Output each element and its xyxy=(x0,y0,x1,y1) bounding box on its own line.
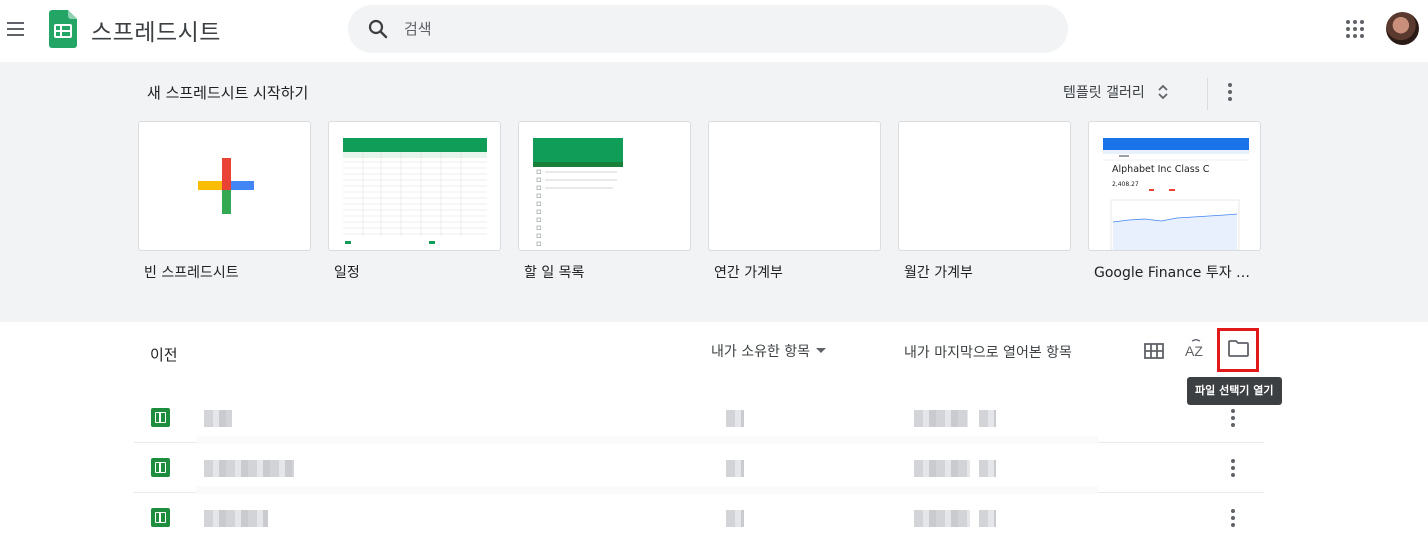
sheets-file-icon xyxy=(151,458,170,477)
template-annual-budget[interactable]: 연간 가계부 xyxy=(708,121,881,282)
owner-redacted xyxy=(726,460,744,477)
date-redacted xyxy=(914,460,970,477)
svg-text:AZ: AZ xyxy=(1185,343,1203,359)
dropdown-arrow-icon xyxy=(816,348,827,353)
template-label: 연간 가계부 xyxy=(714,265,783,281)
template-thumbnail: Alphabet Inc Class C 2,408.27 xyxy=(1088,121,1261,251)
template-label: 할 일 목록 xyxy=(524,265,585,281)
open-file-picker-button[interactable] xyxy=(1217,328,1259,372)
file-name-redacted xyxy=(204,410,232,427)
owner-filter-dropdown[interactable]: 내가 소유한 항목 xyxy=(711,341,827,361)
template-monthly-budget[interactable]: 월간 가계부 xyxy=(898,121,1071,282)
template-thumbnail xyxy=(518,121,691,251)
more-vert-icon[interactable] xyxy=(1219,80,1241,104)
sheets-file-icon xyxy=(151,408,170,427)
template-thumbnail xyxy=(708,121,881,251)
template-thumbnail xyxy=(328,121,501,251)
sheets-logo-icon[interactable] xyxy=(49,10,77,48)
app-title[interactable]: 스프레드시트 xyxy=(91,13,221,47)
date-redacted xyxy=(979,460,996,477)
date-redacted xyxy=(979,510,996,527)
search-box[interactable] xyxy=(348,5,1068,53)
finance-preview-price: 2,408.27 xyxy=(1112,181,1139,188)
more-vert-icon[interactable] xyxy=(1222,405,1244,431)
search-input[interactable] xyxy=(404,17,1004,41)
gallery-divider xyxy=(1207,78,1208,110)
date-redacted xyxy=(914,410,968,427)
apps-grid-icon[interactable] xyxy=(1343,17,1367,41)
owner-redacted xyxy=(726,410,744,427)
more-vert-icon[interactable] xyxy=(1222,505,1244,531)
recent-heading: 이전 xyxy=(150,346,178,364)
app-header: 스프레드시트 xyxy=(0,0,1428,62)
menu-icon xyxy=(7,22,24,24)
last-opened-sort-label[interactable]: 내가 마지막으로 열어본 항목 xyxy=(904,342,1072,362)
date-redacted xyxy=(914,510,970,527)
main-menu-button[interactable] xyxy=(4,17,26,41)
plus-icon xyxy=(198,158,254,214)
sort-az-button[interactable]: AZ xyxy=(1184,338,1208,363)
template-todo[interactable]: 할 일 목록 xyxy=(518,121,691,282)
file-name-redacted xyxy=(204,460,294,477)
template-blank[interactable]: 빈 스프레드시트 xyxy=(138,121,311,282)
template-label: Google Finance 투자 추... xyxy=(1094,265,1261,281)
file-row[interactable] xyxy=(134,493,1264,543)
template-label: 일정 xyxy=(334,265,360,281)
sheets-file-icon xyxy=(151,508,170,527)
file-name-redacted xyxy=(204,510,268,527)
gallery-heading: 새 스프레드시트 시작하기 xyxy=(147,84,309,102)
date-redacted xyxy=(979,410,996,427)
finance-preview-title: Alphabet Inc Class C xyxy=(1112,164,1210,175)
template-label: 월간 가계부 xyxy=(904,265,973,281)
grid-view-icon[interactable] xyxy=(1143,340,1165,362)
unfold-icon xyxy=(1158,84,1168,100)
template-schedule[interactable]: 일정 xyxy=(328,121,501,282)
owner-redacted xyxy=(726,510,744,527)
account-avatar[interactable] xyxy=(1386,12,1419,45)
template-thumbnail xyxy=(138,121,311,251)
template-label: 빈 스프레드시트 xyxy=(144,265,239,281)
sort-az-icon: AZ xyxy=(1185,338,1203,359)
template-thumbnail xyxy=(898,121,1071,251)
template-gallery-button[interactable]: 템플릿 갤러리 xyxy=(1063,76,1169,108)
template-gallery-label: 템플릿 갤러리 xyxy=(1063,85,1145,101)
template-gallery: 새 스프레드시트 시작하기 템플릿 갤러리 빈 스프레드시트 일정 할 일 목록… xyxy=(0,62,1428,322)
search-icon[interactable] xyxy=(366,17,390,41)
folder-icon xyxy=(1228,340,1249,357)
owner-filter-label: 내가 소유한 항목 xyxy=(711,344,811,360)
more-vert-icon[interactable] xyxy=(1222,455,1244,481)
template-google-finance[interactable]: Alphabet Inc Class C 2,408.27 Google Fin… xyxy=(1088,121,1261,282)
